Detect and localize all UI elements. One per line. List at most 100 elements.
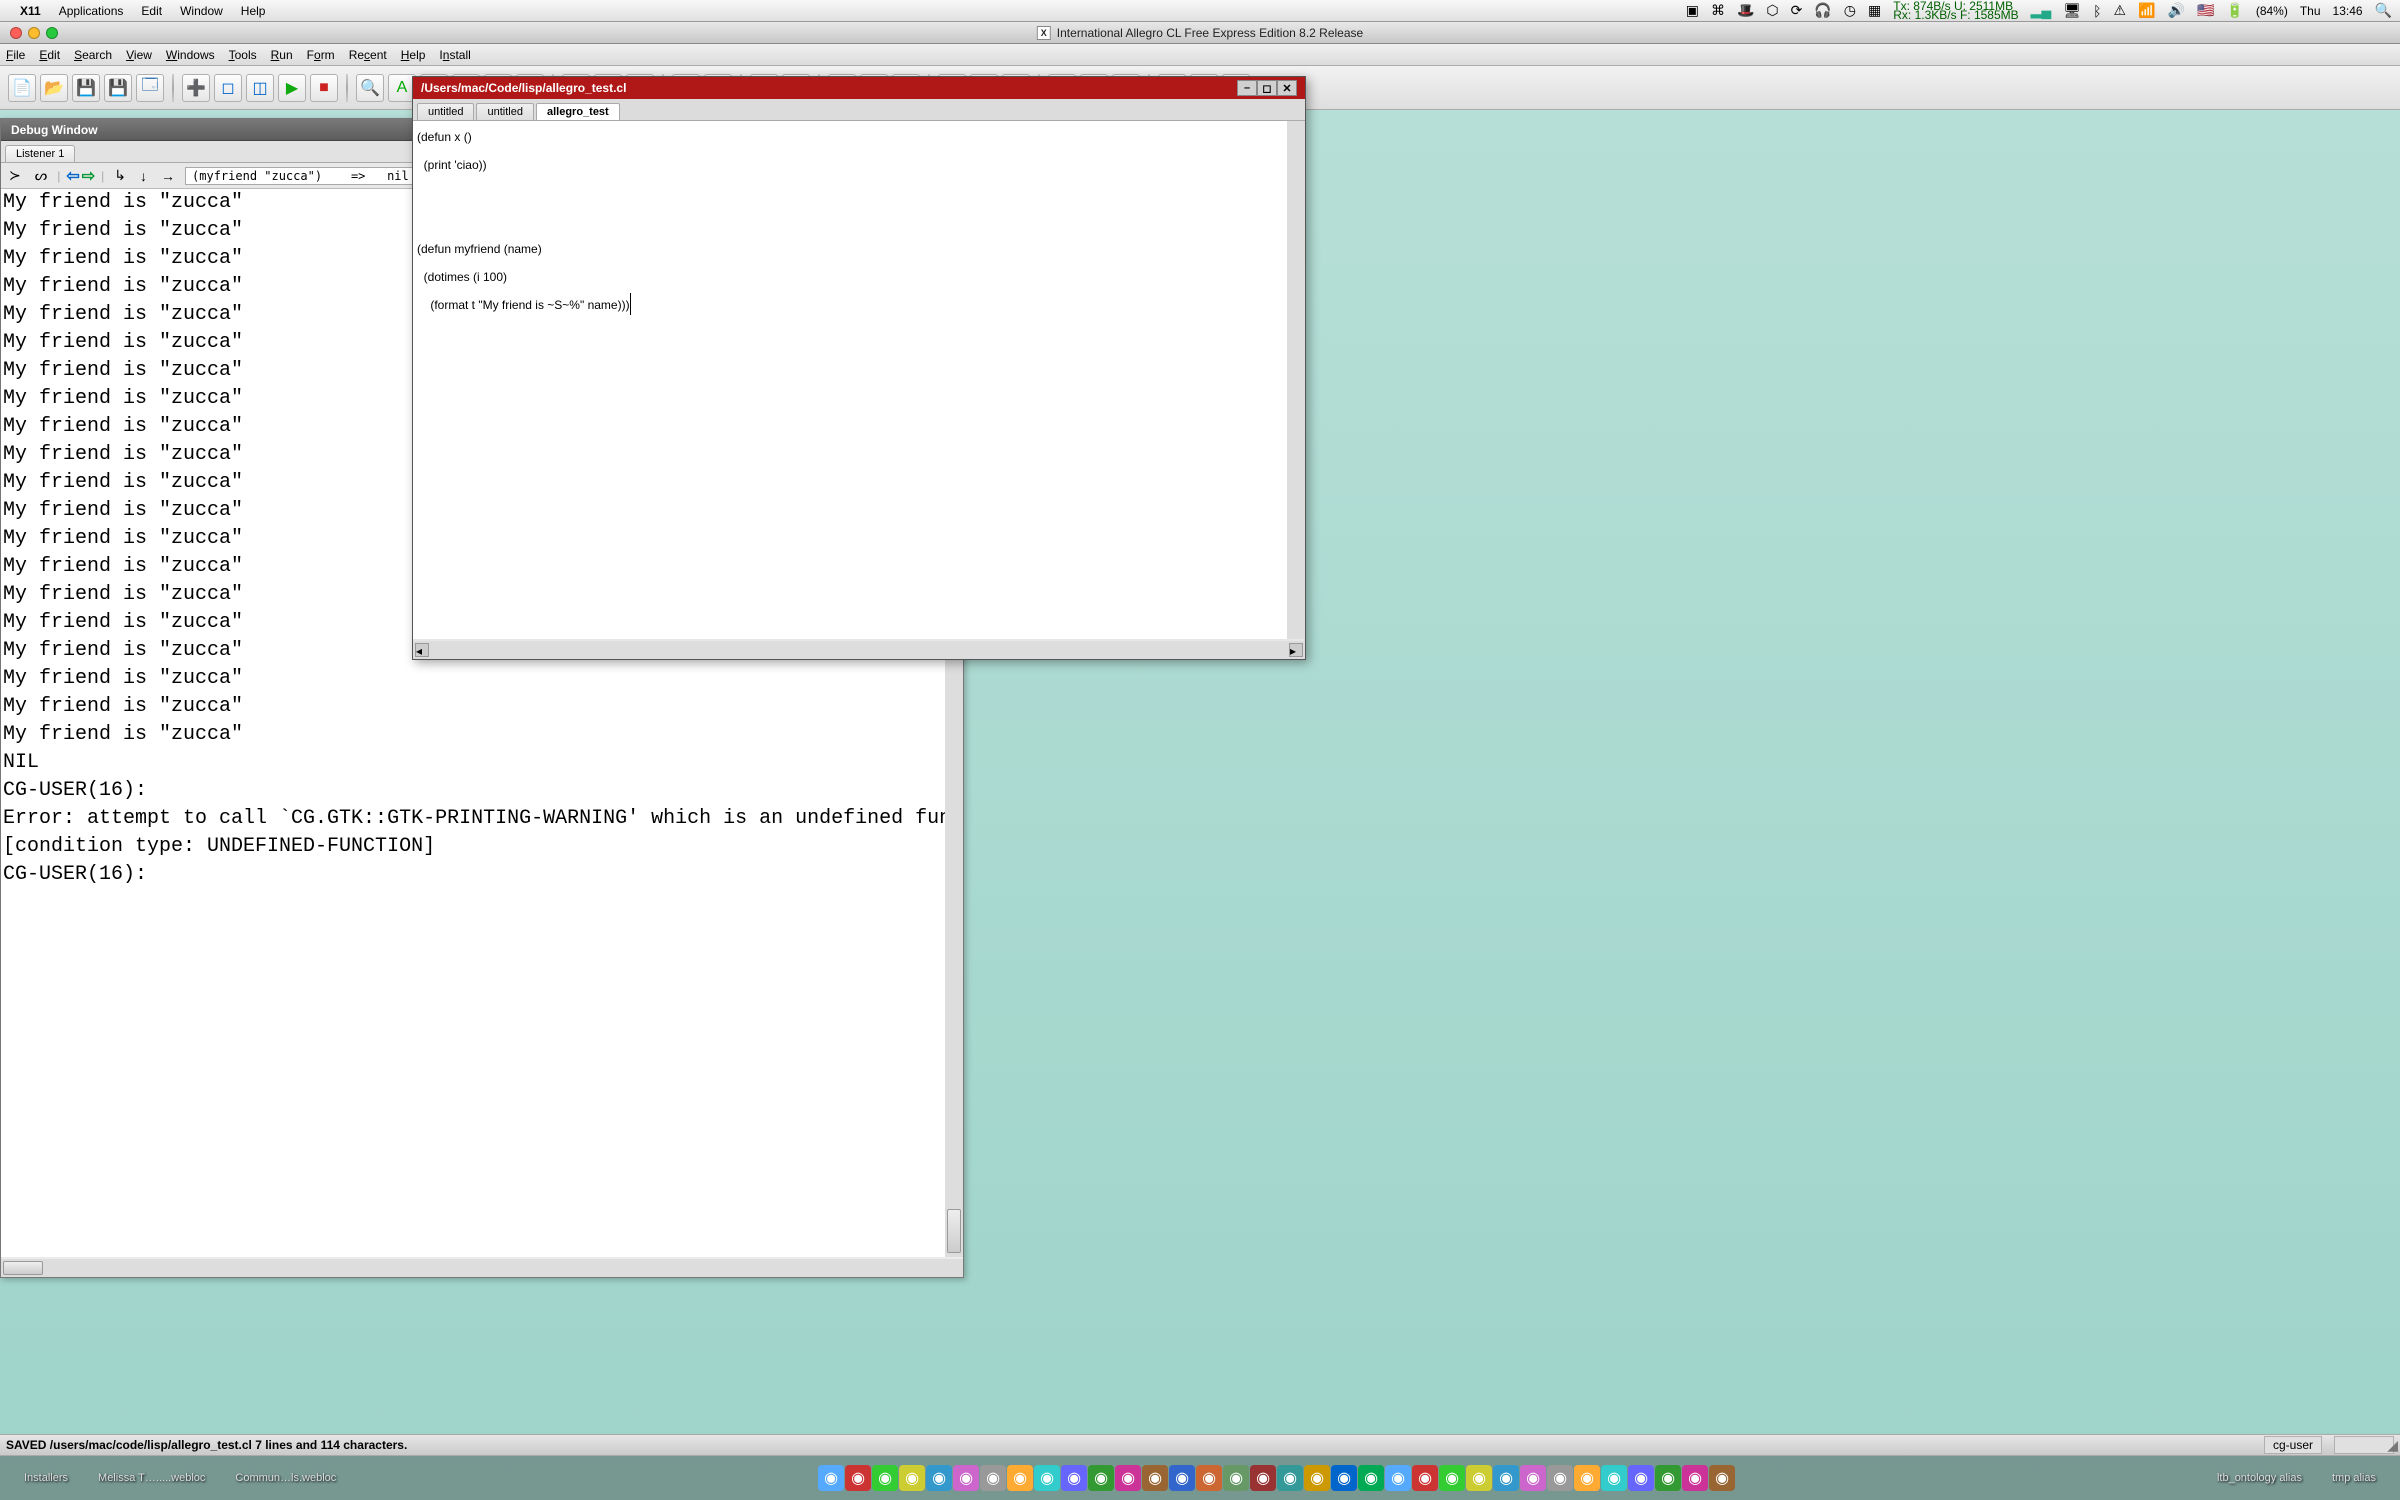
dock-app-icon[interactable]: ◉ xyxy=(1466,1465,1492,1491)
dock-app-icon[interactable]: ◉ xyxy=(1520,1465,1546,1491)
menu-file[interactable]: File xyxy=(6,48,25,62)
dock-app-icon[interactable]: ◉ xyxy=(1250,1465,1276,1491)
terminal-icon[interactable]: ⌘ xyxy=(1711,2,1725,19)
code-editor[interactable]: (defun x () (print 'ciao)) (defun myfrie… xyxy=(413,121,1287,639)
editor-titlebar[interactable]: /Users/mac/Code/lisp/allegro_test.cl – ◻… xyxy=(413,77,1305,99)
dock-app-icon[interactable]: ◉ xyxy=(1439,1465,1465,1491)
menuextra-icon[interactable]: ▣ xyxy=(1686,2,1699,19)
tree-icon[interactable]: ᔕ xyxy=(31,166,51,185)
menu-form[interactable]: Form xyxy=(307,48,335,62)
dock-app-icon[interactable]: ◉ xyxy=(818,1465,844,1491)
dock-app-icon[interactable]: ◉ xyxy=(1223,1465,1249,1491)
dock-app-icon[interactable]: ◉ xyxy=(1115,1465,1141,1491)
menu-install[interactable]: Install xyxy=(439,48,470,62)
nav-small-3[interactable]: → xyxy=(157,167,179,185)
open-file-button[interactable]: 📂 xyxy=(40,74,68,102)
minimize-button[interactable] xyxy=(28,27,40,39)
dock-app-icon[interactable]: ◉ xyxy=(1331,1465,1357,1491)
new-project-button[interactable]: ➕ xyxy=(182,74,210,102)
save-button[interactable]: 💾 xyxy=(72,74,100,102)
dock-app-icon[interactable]: ◉ xyxy=(1493,1465,1519,1491)
dock-app-icon[interactable]: ◉ xyxy=(1142,1465,1168,1491)
dock-label-melissa[interactable]: Melissa T….....webloc xyxy=(84,1472,219,1484)
resize-grip[interactable]: ◢ xyxy=(2387,1437,2398,1454)
editor-minimize-button[interactable]: – xyxy=(1237,80,1257,96)
editor-maximize-button[interactable]: ◻ xyxy=(1257,80,1277,96)
dock-label-installers[interactable]: Installers xyxy=(10,1472,82,1484)
load-button[interactable]: 🗔 xyxy=(136,74,164,102)
window2-button[interactable]: ◫ xyxy=(246,74,274,102)
dock-app-icon[interactable]: ◉ xyxy=(845,1465,871,1491)
volume-icon[interactable]: 🔊 xyxy=(2168,2,2185,19)
editor-hscrollbar[interactable]: ◂ ▸ xyxy=(413,641,1305,659)
zoom-button[interactable] xyxy=(46,27,58,39)
history-fwd-button[interactable]: ⇨ xyxy=(82,166,95,186)
run-button[interactable]: ▶ xyxy=(278,74,306,102)
sync-icon[interactable]: ⟳ xyxy=(1791,2,1803,19)
flag-us-icon[interactable]: 🇺🇸 xyxy=(2197,2,2214,19)
dock-app-icon[interactable]: ◉ xyxy=(1034,1465,1060,1491)
dock-app-icon[interactable]: ◉ xyxy=(1061,1465,1087,1491)
scroll-left-button[interactable]: ◂ xyxy=(415,643,429,657)
menu-run[interactable]: Run xyxy=(271,48,293,62)
display-icon[interactable]: 🖥 xyxy=(2063,2,2081,19)
activity-icon[interactable]: ▂▄ xyxy=(2031,2,2052,19)
dock-label-ltb[interactable]: ltb_ontology alias xyxy=(2203,1472,2316,1484)
dock-app-icon[interactable]: ◉ xyxy=(1358,1465,1384,1491)
clock-day[interactable]: Thu xyxy=(2300,4,2321,18)
dock-app-icon[interactable]: ◉ xyxy=(1196,1465,1222,1491)
dock-app-icon[interactable]: ◉ xyxy=(926,1465,952,1491)
menubar-app-name[interactable]: X11 xyxy=(20,4,41,18)
dock-app-icon[interactable]: ◉ xyxy=(1574,1465,1600,1491)
editor-tab-2[interactable]: allegro_test xyxy=(536,103,620,120)
close-button[interactable] xyxy=(10,27,22,39)
nav-small-2[interactable]: ↓ xyxy=(136,167,151,185)
bluetooth-icon[interactable]: ᛒ xyxy=(2093,3,2101,19)
stop-button[interactable]: ■ xyxy=(310,74,338,102)
dock-app-icon[interactable]: ◉ xyxy=(1682,1465,1708,1491)
spotlight-icon[interactable]: 🔍 xyxy=(2375,2,2392,19)
dock-app-icon[interactable]: ◉ xyxy=(1169,1465,1195,1491)
dock-app-icon[interactable]: ◉ xyxy=(1385,1465,1411,1491)
dock-app-icon[interactable]: ◉ xyxy=(1601,1465,1627,1491)
dock-app-icon[interactable]: ◉ xyxy=(899,1465,925,1491)
menubar-help[interactable]: Help xyxy=(241,4,266,18)
wifi-icon[interactable]: 📶 xyxy=(2138,2,2155,19)
menu-recent[interactable]: Recent xyxy=(349,48,387,62)
editor-tab-0[interactable]: untitled xyxy=(417,103,474,120)
menu-view[interactable]: View xyxy=(126,48,152,62)
menu-search[interactable]: Search xyxy=(74,48,112,62)
save-all-button[interactable]: 💾 xyxy=(104,74,132,102)
editor-close-button[interactable]: ✕ xyxy=(1277,80,1297,96)
dock-label-commun[interactable]: Commun…ls.webloc xyxy=(221,1472,350,1484)
dock-app-icon[interactable]: ◉ xyxy=(1277,1465,1303,1491)
hat-icon[interactable]: 🎩 xyxy=(1737,2,1754,19)
status-package[interactable]: cg-user xyxy=(2264,1436,2322,1454)
debug-hscrollbar[interactable] xyxy=(1,1259,963,1277)
menubar-applications[interactable]: Applications xyxy=(59,4,124,18)
dock-app-icon[interactable]: ◉ xyxy=(1007,1465,1033,1491)
menu-windows[interactable]: Windows xyxy=(166,48,215,62)
dock-app-icon[interactable]: ◉ xyxy=(1655,1465,1681,1491)
history-back-button[interactable]: ⇦ xyxy=(66,166,79,186)
dock-label-tmp[interactable]: tmp alias xyxy=(2318,1472,2390,1484)
clock-icon[interactable]: ◷ xyxy=(1844,2,1856,19)
dock-app-icon[interactable]: ◉ xyxy=(980,1465,1006,1491)
dock-app-icon[interactable]: ◉ xyxy=(1412,1465,1438,1491)
menuextra2-icon[interactable]: ▦ xyxy=(1868,2,1881,19)
airport-icon[interactable]: ⚠ xyxy=(2114,2,2127,19)
menu-help[interactable]: Help xyxy=(401,48,426,62)
editor-tab-1[interactable]: untitled xyxy=(476,103,533,120)
dock-app-icon[interactable]: ◉ xyxy=(953,1465,979,1491)
new-file-button[interactable]: 📄 xyxy=(8,74,36,102)
scroll-right-button[interactable]: ▸ xyxy=(1289,643,1303,657)
nav-small-1[interactable]: ↳ xyxy=(110,166,130,185)
find-button[interactable]: 🔍 xyxy=(356,74,384,102)
clock-time[interactable]: 13:46 xyxy=(2333,4,2363,18)
dock-app-icon[interactable]: ◉ xyxy=(1547,1465,1573,1491)
headphones-icon[interactable]: 🎧 xyxy=(1814,2,1831,19)
menubar-window[interactable]: Window xyxy=(180,4,223,18)
prompt-icon[interactable]: ≻ xyxy=(5,166,25,185)
battery-icon[interactable]: 🔋 xyxy=(2226,2,2243,19)
menu-tools[interactable]: Tools xyxy=(229,48,257,62)
